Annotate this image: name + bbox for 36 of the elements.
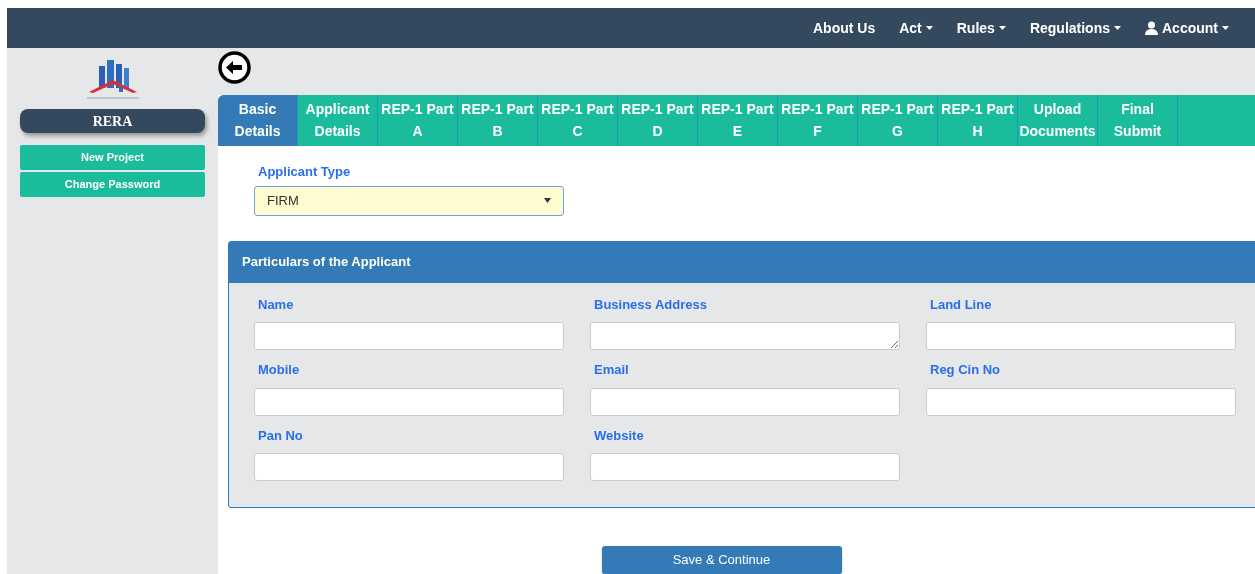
field-label: Mobile	[258, 361, 301, 379]
sidebar-title: RERA	[20, 109, 205, 133]
select-field[interactable]: FIRM	[254, 185, 564, 216]
caret-icon	[1114, 26, 1121, 30]
caret-icon	[998, 26, 1006, 30]
field-label: Business Address	[594, 295, 708, 314]
field-label: Website	[594, 426, 645, 445]
input-field[interactable]	[590, 387, 900, 416]
caret-icon	[544, 198, 551, 203]
caret-icon	[925, 26, 933, 30]
tab[interactable]: Basic Details	[218, 94, 298, 146]
input-field[interactable]	[254, 453, 564, 481]
input-field[interactable]	[254, 322, 564, 350]
nav-link[interactable]: About Us	[800, 17, 888, 39]
panel-header: Particulars of the Applicant	[229, 241, 1255, 283]
input-field[interactable]	[926, 322, 1236, 350]
nav-link[interactable]: Regulations	[1017, 17, 1133, 39]
account-menu[interactable]: Account	[1133, 17, 1241, 39]
sidebar-button[interactable]: Change Password	[20, 172, 205, 197]
sidebar-button[interactable]: New Project	[20, 145, 205, 170]
field-label: Land Line	[930, 295, 993, 314]
input-field[interactable]	[254, 387, 564, 416]
field-label: Reg Cin No	[930, 361, 1002, 379]
field-label: Email	[594, 361, 630, 379]
tab[interactable]: Upload Documents	[1018, 94, 1098, 146]
input-field[interactable]	[926, 387, 1236, 416]
field-label: Pan No	[258, 426, 304, 445]
field-label: Applicant Type	[258, 163, 352, 181]
field-label: Name	[258, 295, 295, 314]
text-area[interactable]	[590, 322, 900, 350]
input-field[interactable]	[590, 453, 900, 481]
caret-icon	[1222, 26, 1229, 30]
user-icon	[1145, 21, 1158, 35]
nav-link[interactable]: Act	[887, 17, 945, 39]
nav-link[interactable]: Rules	[944, 17, 1018, 39]
save-continue-button[interactable]: Save & Continue	[601, 546, 842, 574]
